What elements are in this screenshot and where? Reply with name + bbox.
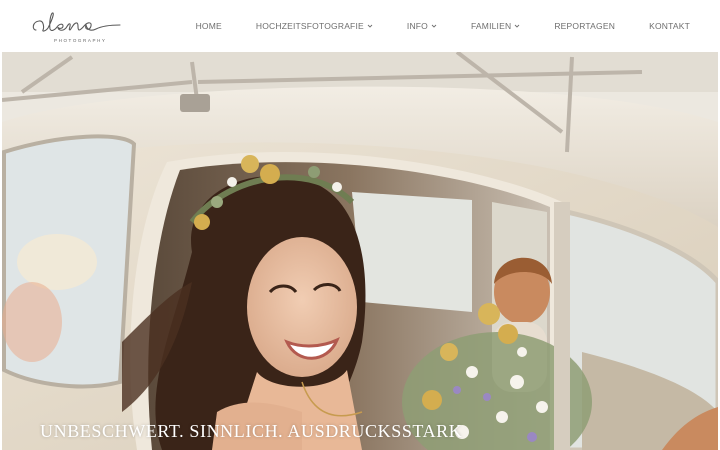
chevron-down-icon	[431, 24, 437, 28]
nav-item-label: REPORTAGEN	[554, 21, 616, 31]
nav-item-reportagen[interactable]: REPORTAGEN	[554, 21, 615, 31]
hero-image: UNBESCHWERT. SINNLICH. AUSDRUCKSSTARK	[2, 52, 718, 450]
nav-item-label: HOCHZEITSFOTOGRAFIE	[255, 21, 364, 31]
nav-item-home[interactable]: HOME	[196, 21, 222, 31]
hero-photo-illustration	[2, 52, 718, 450]
hero-tagline: UNBESCHWERT. SINNLICH. AUSDRUCKSSTARK	[40, 421, 463, 441]
chevron-down-icon	[367, 24, 373, 28]
nav-item-label: HOME	[195, 21, 222, 31]
nav-item-label: INFO	[406, 21, 428, 31]
main-nav: HOME HOCHZEITSFOTOGRAFIE INFO FAMILIEN R…	[196, 0, 690, 52]
nav-item-label: FAMILIEN	[471, 21, 512, 31]
site-header: PHOTOGRAPHY HOME HOCHZEITSFOTOGRAFIE INF…	[0, 0, 720, 52]
site-logo[interactable]: PHOTOGRAPHY	[30, 8, 130, 46]
nav-item-info[interactable]: INFO	[407, 21, 437, 31]
nav-item-hochzeitsfotografie[interactable]: HOCHZEITSFOTOGRAFIE	[256, 21, 373, 31]
nav-item-kontakt[interactable]: KONTAKT	[649, 21, 690, 31]
chevron-down-icon	[515, 24, 520, 28]
logo-script-icon	[32, 12, 121, 32]
nav-item-label: KONTAKT	[649, 21, 690, 31]
nav-item-familien[interactable]: FAMILIEN	[471, 21, 520, 31]
logo-subtext: PHOTOGRAPHY	[54, 38, 107, 43]
